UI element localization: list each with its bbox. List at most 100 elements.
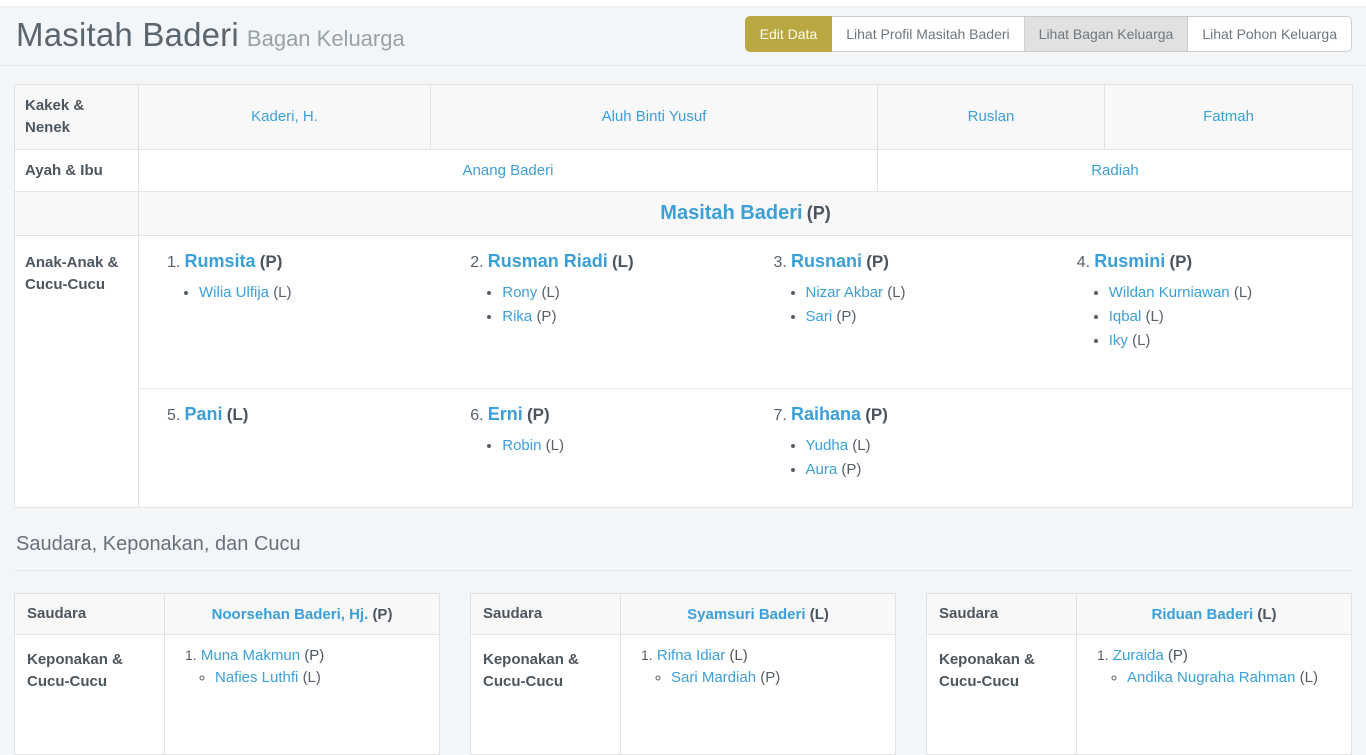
children-subrow-2: 5. Pani (L) 6. Erni (P) Robin (L) 7. Rai… [139,388,1352,507]
person-link[interactable]: Muna Makmun [201,647,300,664]
person-link[interactable]: Nizar Akbar [806,284,884,301]
grandchild-item: Wilia Ulfija (L) [199,284,434,301]
grandchild-item: Robin (L) [502,437,737,454]
edit-data-button[interactable]: Edit Data [745,16,833,52]
person-link[interactable]: Rony [502,284,537,301]
gender-tag: (L) [1132,332,1150,349]
grandparent-cell: Kaderi, H. [139,85,431,150]
gender-tag: (L) [852,437,870,454]
self-row: Masitah Baderi (P) [15,192,1353,236]
nephew-item: 1. Muna Makmun (P) Nafies Luthfi (L) [185,647,427,686]
sibling-card: Saudara Syamsuri Baderi (L) Keponakan & … [470,593,896,755]
row-label-nephews: Keponakan & Cucu-Cucu [15,635,165,755]
gender-tag: (P) [527,405,550,424]
sibling-name-cell: Noorsehan Baderi, Hj. (P) [165,594,440,635]
grandparent-cell: Ruslan [878,85,1105,150]
gender-tag: (P) [304,647,324,664]
gender-tag: (L) [612,252,634,271]
person-link[interactable]: Masitah Baderi [660,202,802,224]
person-link[interactable]: Aluh Binti Yusuf [602,108,707,125]
person-link[interactable]: Rusnani [791,251,862,271]
child-item: 3. Rusnani (P) Nizar Akbar (L) Sari (P) [746,236,1049,388]
parents-row: Ayah & Ibu Anang Baderi Radiah [15,149,1353,192]
page-header: Masitah BaderiBagan Keluarga Edit Data L… [0,7,1366,66]
gender-tag: (P) [865,405,888,424]
header-button-group: Edit Data Lihat Profil Masitah Baderi Li… [745,16,1352,52]
gender-tag: (L) [541,284,559,301]
person-link[interactable]: Sari [806,308,833,325]
person-link[interactable]: Pani [185,404,223,424]
gender-tag: (L) [227,405,249,424]
person-link[interactable]: Iky [1109,332,1128,349]
grandparents-row: Kakek & Nenek Kaderi, H. Aluh Binti Yusu… [15,85,1353,150]
gender-tag: (L) [810,606,829,623]
nephews-row: Keponakan & Cucu-Cucu 1. Rifna Idiar (L)… [471,635,896,755]
nephew-number: 1. [1097,647,1109,663]
person-link[interactable]: Kaderi, H. [251,108,318,125]
gender-tag: (L) [546,437,564,454]
person-link[interactable]: Fatmah [1203,108,1254,125]
children-row: Anak-Anak & Cucu-Cucu 1. Rumsita (P) Wil… [15,236,1353,508]
grandchild-item: Wildan Kurniawan (L) [1109,284,1344,301]
row-label-sibling: Saudara [927,594,1077,635]
row-label-nephews: Keponakan & Cucu-Cucu [471,635,621,755]
row-label-sibling: Saudara [471,594,621,635]
sibling-name-cell: Syamsuri Baderi (L) [621,594,896,635]
row-label-children: Anak-Anak & Cucu-Cucu [15,236,139,508]
view-family-chart-button[interactable]: Lihat Bagan Keluarga [1025,16,1189,52]
person-link[interactable]: Rusman Riadi [488,251,608,271]
gender-tag: (P) [841,461,861,478]
child-item: 5. Pani (L) [139,389,442,507]
person-link[interactable]: Iqbal [1109,308,1142,325]
nephew-number: 1. [185,647,197,663]
nephew-item: 1. Zuraida (P) Andika Nugraha Rahman (L) [1097,647,1339,686]
person-link[interactable]: Raihana [791,404,861,424]
grandchild-item: Aura (P) [806,461,1041,478]
person-link[interactable]: Wilia Ulfija [199,284,269,301]
child-number: 1. [167,254,180,271]
nephew-number: 1. [641,647,653,663]
view-family-tree-button[interactable]: Lihat Pohon Keluarga [1188,16,1352,52]
siblings-section-title: Saudara, Keponakan, dan Cucu [14,533,1352,571]
children-subrow-1: 1. Rumsita (P) Wilia Ulfija (L) 2. Rusma… [139,236,1352,388]
nephews-cell: 1. Zuraida (P) Andika Nugraha Rahman (L) [1077,635,1352,755]
gender-tag: (P) [1168,647,1188,664]
grandparent-cell: Fatmah [1105,85,1353,150]
person-link[interactable]: Robin [502,437,541,454]
sibling-card: Saudara Noorsehan Baderi, Hj. (P) Kepona… [14,593,440,755]
page-subtitle: Bagan Keluarga [247,26,405,51]
gender-tag: (P) [866,252,889,271]
person-link[interactable]: Erni [488,404,523,424]
person-link[interactable]: Ruslan [968,108,1015,125]
person-link[interactable]: Yudha [806,437,849,454]
gender-tag: (L) [273,284,291,301]
person-link[interactable]: Rifna Idiar [657,647,725,664]
person-link[interactable]: Rika [502,308,532,325]
grandchild-item: Iqbal (L) [1109,308,1344,325]
person-link[interactable]: Aura [806,461,838,478]
person-link[interactable]: Zuraida [1113,647,1164,664]
child-number: 3. [774,254,787,271]
grandchild-item: Iky (L) [1109,332,1344,349]
person-link[interactable]: Noorsehan Baderi, Hj. [212,606,369,623]
grandchild-item: Sari (P) [806,308,1041,325]
nephews-cell: 1. Rifna Idiar (L) Sari Mardiah (P) [621,635,896,755]
person-link[interactable]: Rumsita [185,251,256,271]
child-item: 7. Raihana (P) Yudha (L) Aura (P) [746,389,1049,507]
person-link[interactable]: Syamsuri Baderi [687,606,805,623]
person-link[interactable]: Wildan Kurniawan [1109,284,1230,301]
child-item: 1. Rumsita (P) Wilia Ulfija (L) [139,236,442,388]
gender-tag: (P) [1169,252,1192,271]
sibling-card: Saudara Riduan Baderi (L) Keponakan & Cu… [926,593,1352,755]
gender-tag: (L) [1145,308,1163,325]
person-link[interactable]: Riduan Baderi [1151,606,1253,623]
view-profile-button[interactable]: Lihat Profil Masitah Baderi [832,16,1024,52]
grandchild-item: Yudha (L) [806,437,1041,454]
grandparent-cell: Aluh Binti Yusuf [431,85,878,150]
children-cell: 1. Rumsita (P) Wilia Ulfija (L) 2. Rusma… [139,236,1353,508]
person-link[interactable]: Rusmini [1094,251,1165,271]
person-link[interactable]: Anang Baderi [463,162,554,179]
person-link[interactable]: Radiah [1091,162,1139,179]
gender-tag: (L) [1234,284,1252,301]
child-number: 4. [1077,254,1090,271]
